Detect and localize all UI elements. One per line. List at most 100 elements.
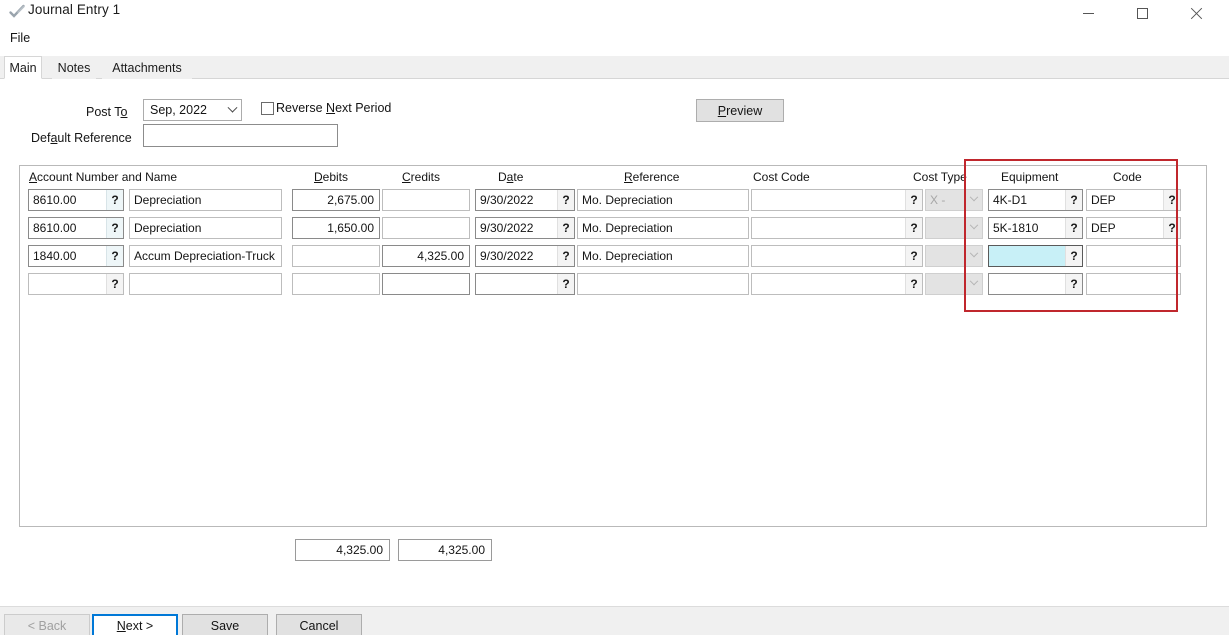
account-lookup-icon[interactable]: ?	[106, 218, 123, 238]
maximize-icon[interactable]	[1119, 0, 1165, 26]
cell-code[interactable]	[1086, 273, 1181, 295]
chevron-down-icon	[966, 253, 982, 259]
equipment-lookup-icon[interactable]: ?	[1065, 190, 1082, 210]
equipment-lookup-icon[interactable]: ?	[1065, 274, 1082, 294]
preview-button[interactable]: Preview	[696, 99, 784, 122]
cell-date[interactable]: 9/30/2022 ?	[475, 189, 575, 211]
equipment-lookup-icon[interactable]: ?	[1065, 218, 1082, 238]
account-lookup-icon[interactable]: ?	[106, 274, 123, 294]
total-debits-value: 4,325.00	[336, 543, 383, 557]
cell-account-number[interactable]: ?	[28, 273, 124, 295]
save-button-label: Save	[211, 619, 240, 633]
column-header-account: Account Number and Name	[29, 170, 177, 186]
code-lookup-icon[interactable]: ?	[1163, 218, 1180, 238]
account-lookup-icon[interactable]: ?	[106, 190, 123, 210]
cost-code-lookup-icon[interactable]: ?	[905, 246, 922, 266]
cell-account-name[interactable]: Depreciation	[129, 189, 282, 211]
cell-account-name[interactable]: Accum Depreciation-Truck	[129, 245, 282, 267]
cost-code-lookup-icon[interactable]: ?	[905, 190, 922, 210]
cell-code[interactable]: DEP ?	[1086, 217, 1181, 239]
cell-credits[interactable]	[382, 273, 470, 295]
cell-equipment[interactable]: 5K-1810 ?	[988, 217, 1083, 239]
total-debits: 4,325.00	[295, 539, 390, 561]
cell-equipment[interactable]: 4K-D1 ?	[988, 189, 1083, 211]
cell-cost-code[interactable]: ?	[751, 189, 923, 211]
total-credits-value: 4,325.00	[438, 543, 485, 557]
cell-cost-type	[925, 245, 983, 267]
cell-reference[interactable]: Mo. Depreciation	[577, 245, 749, 267]
cell-account-name[interactable]	[129, 273, 282, 295]
date-lookup-icon[interactable]: ?	[557, 246, 574, 266]
checkbox-box	[261, 102, 274, 115]
cell-account-number[interactable]: 8610.00 ?	[28, 189, 124, 211]
cell-cost-type	[925, 217, 983, 239]
column-header-cost-type: Cost Type	[913, 170, 967, 186]
post-to-select[interactable]: Sep, 2022	[143, 99, 242, 121]
cell-equipment-focused[interactable]: ?	[988, 245, 1083, 267]
back-button-label: < Back	[28, 619, 67, 633]
cell-cost-code[interactable]: ?	[751, 217, 923, 239]
next-button-label: Next >	[117, 619, 153, 633]
post-to-value: Sep, 2022	[144, 103, 223, 117]
cell-account-number[interactable]: 8610.00 ?	[28, 217, 124, 239]
tab-attachments[interactable]: Attachments	[102, 56, 192, 79]
cell-account-number[interactable]: 1840.00 ?	[28, 245, 124, 267]
date-lookup-icon[interactable]: ?	[557, 274, 574, 294]
cell-reference[interactable]: Mo. Depreciation	[577, 189, 749, 211]
cell-credits[interactable]: 4,325.00	[382, 245, 470, 267]
cell-cost-type	[925, 273, 983, 295]
column-header-code: Code	[1113, 170, 1142, 186]
tab-notes-label: Notes	[58, 61, 91, 75]
cell-reference[interactable]: Mo. Depreciation	[577, 217, 749, 239]
default-reference-input[interactable]	[143, 124, 338, 147]
cell-date[interactable]: 9/30/2022 ?	[475, 217, 575, 239]
cell-date[interactable]: 9/30/2022 ?	[475, 245, 575, 267]
column-header-equipment: Equipment	[1001, 170, 1058, 186]
cancel-button-label: Cancel	[300, 619, 339, 633]
column-header-reference: Reference	[624, 170, 679, 186]
minimize-icon[interactable]	[1065, 0, 1111, 26]
cell-code[interactable]: DEP ?	[1086, 189, 1181, 211]
cell-debits[interactable]: 2,675.00	[292, 189, 380, 211]
close-icon[interactable]	[1173, 0, 1219, 26]
reverse-next-period-checkbox[interactable]: Reverse Next Period	[261, 101, 391, 115]
column-header-date: Date	[498, 170, 523, 186]
cell-code[interactable]	[1086, 245, 1181, 267]
column-header-credits: Credits	[402, 170, 440, 186]
footer-button-bar: < Back Next > Save Cancel	[0, 606, 1229, 635]
account-lookup-icon[interactable]: ?	[106, 246, 123, 266]
chevron-down-icon	[966, 225, 982, 231]
date-lookup-icon[interactable]: ?	[557, 218, 574, 238]
cell-date[interactable]: ?	[475, 273, 575, 295]
tab-attachments-label: Attachments	[112, 61, 181, 75]
tab-main-label: Main	[9, 61, 36, 75]
back-button: < Back	[4, 614, 90, 635]
cell-debits[interactable]: 1,650.00	[292, 217, 380, 239]
cell-cost-code[interactable]: ?	[751, 273, 923, 295]
main-tab-panel: Post To Sep, 2022 Reverse Next Period De…	[0, 79, 1229, 606]
column-header-cost-code: Cost Code	[753, 170, 810, 186]
cost-code-lookup-icon[interactable]: ?	[905, 218, 922, 238]
cell-equipment[interactable]: ?	[988, 273, 1083, 295]
save-button[interactable]: Save	[182, 614, 268, 635]
code-lookup-icon[interactable]: ?	[1163, 190, 1180, 210]
journal-lines-grid: Account Number and Name Debits Credits D…	[19, 165, 1207, 527]
preview-button-label: Preview	[718, 104, 762, 118]
cell-account-name[interactable]: Depreciation	[129, 217, 282, 239]
title-bar: Journal Entry 1	[0, 0, 1229, 26]
cell-debits[interactable]	[292, 273, 380, 295]
cell-reference[interactable]	[577, 273, 749, 295]
date-lookup-icon[interactable]: ?	[557, 190, 574, 210]
menu-item-file[interactable]: File	[7, 30, 33, 46]
cell-debits[interactable]	[292, 245, 380, 267]
cell-cost-code[interactable]: ?	[751, 245, 923, 267]
cell-cost-type: X -	[925, 189, 983, 211]
tab-notes[interactable]: Notes	[52, 56, 96, 79]
next-button[interactable]: Next >	[92, 614, 178, 635]
cell-credits[interactable]	[382, 217, 470, 239]
tab-main[interactable]: Main	[4, 56, 42, 79]
equipment-lookup-icon[interactable]: ?	[1065, 246, 1082, 266]
cancel-button[interactable]: Cancel	[276, 614, 362, 635]
cost-code-lookup-icon[interactable]: ?	[905, 274, 922, 294]
cell-credits[interactable]	[382, 189, 470, 211]
